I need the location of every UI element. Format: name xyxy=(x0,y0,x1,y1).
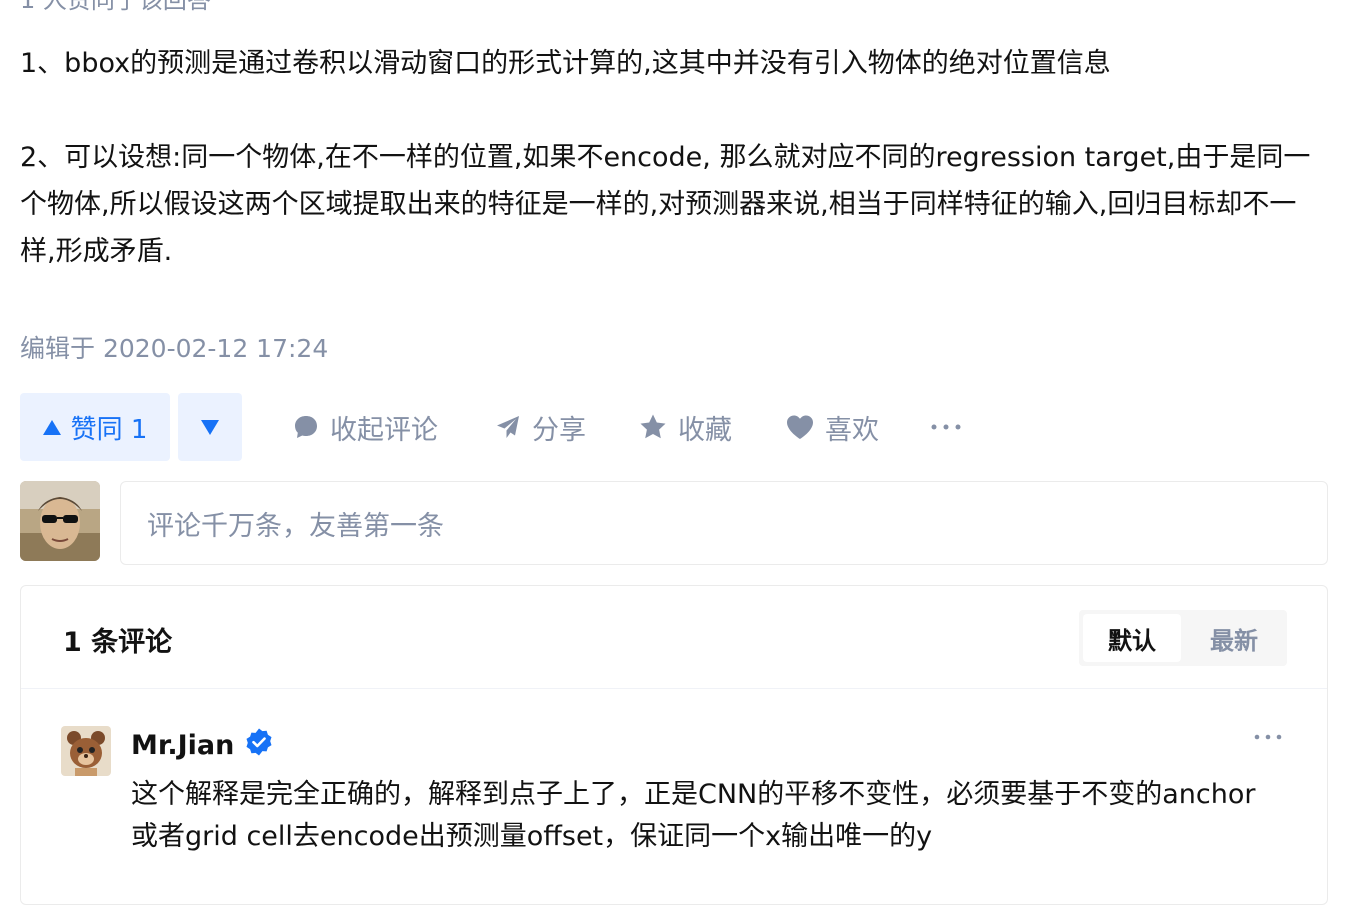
answer-content: 1、bbox的预测是通过卷积以滑动窗口的形式计算的,这其中并没有引入物体的绝对位… xyxy=(20,40,1330,275)
comment-author-name: Mr.Jian xyxy=(131,730,235,761)
collect-button[interactable]: 收藏 xyxy=(638,393,732,461)
collapse-comments-label: 收起评论 xyxy=(330,414,438,446)
commenter-avatar[interactable] xyxy=(61,726,111,776)
comments-panel: 1 条评论 默认 最新 Mr.Jian 这个解释是完全正确的，解释到点子上了，正… xyxy=(20,585,1328,905)
triangle-down-icon xyxy=(201,419,219,435)
comment-input[interactable]: 评论千万条，友善第一条 xyxy=(120,481,1328,565)
paper-plane-icon xyxy=(494,413,522,441)
upvote-label: 赞同 1 xyxy=(70,414,148,445)
edit-time: 编辑于 2020-02-12 17:24 xyxy=(20,334,329,363)
heart-icon xyxy=(785,413,815,441)
sort-toggle: 默认 最新 xyxy=(1079,610,1287,666)
comment-text: 这个解释是完全正确的，解释到点子上了，正是CNN的平移不变性，必须要基于不变的a… xyxy=(131,779,1256,852)
upvote-button[interactable]: 赞同 1 xyxy=(20,393,170,461)
star-icon xyxy=(638,412,668,442)
share-label: 分享 xyxy=(532,414,586,446)
downvote-button[interactable] xyxy=(178,393,242,461)
collect-label: 收藏 xyxy=(678,414,732,446)
collapse-comments-button[interactable]: 收起评论 xyxy=(292,393,438,461)
comment-more-button[interactable] xyxy=(1253,726,1283,745)
avatar[interactable] xyxy=(20,481,100,561)
verified-badge-icon xyxy=(244,727,274,764)
triangle-up-icon xyxy=(42,419,61,435)
sort-newest-button[interactable]: 最新 xyxy=(1185,614,1283,662)
more-dots-icon xyxy=(1253,726,1283,745)
comment-author[interactable]: Mr.Jian xyxy=(131,727,274,764)
answer-paragraph: 2、可以设想:同一个物体,在不一样的位置,如果不encode, 那么就对应不同的… xyxy=(20,142,1311,267)
like-label: 喜欢 xyxy=(825,414,879,446)
more-dots-icon xyxy=(930,423,962,431)
comment-footer xyxy=(131,870,1281,900)
comments-header: 1 条评论 默认 最新 xyxy=(21,586,1327,689)
comment-bubble-icon xyxy=(292,413,320,441)
comment-count: 1 条评论 xyxy=(63,627,173,658)
upvote-summary: 1 人赞同了该回答 xyxy=(20,0,211,14)
sort-default-button[interactable]: 默认 xyxy=(1083,614,1181,662)
share-button[interactable]: 分享 xyxy=(494,393,586,461)
more-actions-button[interactable] xyxy=(930,393,962,461)
like-button[interactable]: 喜欢 xyxy=(785,393,879,461)
answer-paragraph: 1、bbox的预测是通过卷积以滑动窗口的形式计算的,这其中并没有引入物体的绝对位… xyxy=(20,48,1111,79)
action-bar: 赞同 1 收起评论 分享 收藏 喜欢 xyxy=(20,393,1020,461)
